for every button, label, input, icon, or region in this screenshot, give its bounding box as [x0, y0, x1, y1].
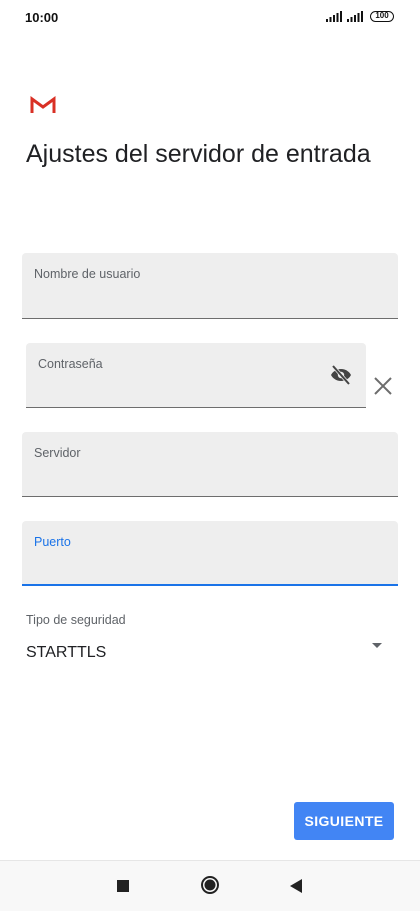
security-type-select[interactable]: STARTTLS: [26, 644, 106, 662]
port-field[interactable]: Puerto: [22, 521, 398, 586]
status-bar: 10:00 100: [0, 0, 420, 34]
home-icon[interactable]: [200, 875, 220, 895]
visibility-off-icon[interactable]: [328, 363, 354, 387]
gmail-logo: [30, 96, 56, 113]
status-time: 10:00: [25, 10, 59, 25]
security-type-label: Tipo de seguridad: [26, 613, 126, 627]
username-field[interactable]: Nombre de usuario: [22, 253, 398, 319]
username-label: Nombre de usuario: [34, 267, 141, 281]
recent-apps-icon[interactable]: [117, 880, 129, 892]
password-label: Contraseña: [38, 357, 103, 371]
dropdown-arrow-icon[interactable]: [372, 643, 382, 648]
next-button[interactable]: SIGUIENTE: [294, 802, 394, 840]
page-title: Ajustes del servidor de entrada: [26, 140, 371, 168]
server-label: Servidor: [34, 446, 81, 460]
signal-icon: [347, 11, 363, 22]
signal-icon: [326, 11, 342, 22]
server-field[interactable]: Servidor: [22, 432, 398, 497]
navigation-bar: [0, 860, 420, 911]
close-icon[interactable]: [372, 375, 394, 397]
password-field[interactable]: Contraseña: [26, 343, 366, 408]
battery-icon: 100: [370, 11, 394, 22]
battery-level: 100: [375, 11, 389, 20]
port-label: Puerto: [34, 535, 71, 549]
back-icon[interactable]: [289, 879, 303, 893]
